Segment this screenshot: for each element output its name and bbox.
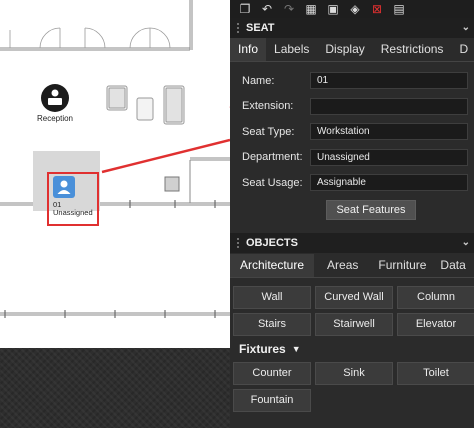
select-frame-icon[interactable]: ▣ — [326, 2, 340, 16]
toilet-button[interactable]: Toilet — [397, 361, 474, 385]
drag-handle-icon[interactable] — [236, 236, 240, 249]
objects-tabs: Architecture Areas Furniture Data — [230, 253, 474, 278]
objects-section-header[interactable]: OBJECTS ⌄ — [230, 232, 474, 253]
extension-field[interactable] — [310, 97, 468, 115]
stairs-button[interactable]: Stairs — [233, 312, 311, 336]
architecture-buttons: Wall Curved Wall Column Stairs Stairwell… — [230, 282, 474, 336]
copy-icon[interactable]: ❐ — [238, 2, 252, 16]
tab-areas[interactable]: Areas — [314, 254, 371, 277]
department-field[interactable]: Unassigned — [310, 148, 468, 166]
chevron-down-icon[interactable]: ⌄ — [462, 22, 470, 33]
seat-features-button[interactable]: Seat Features — [326, 199, 416, 220]
tab-overflow[interactable]: D — [451, 38, 474, 61]
properties-panel: ❐ ↶ ↷ ▦ ▣ ◈ ⊠ ▤ SEAT ⌄ Info Labels Displ… — [230, 0, 474, 428]
elevator-button[interactable]: Elevator — [397, 312, 474, 336]
selected-seat-highlight — [47, 172, 99, 226]
tab-furniture[interactable]: Furniture — [371, 254, 433, 277]
drag-handle-icon[interactable] — [236, 22, 240, 34]
seat-info-form: Name: 01 Extension: Seat Type: Workstati… — [230, 62, 474, 220]
name-label: Name: — [242, 74, 275, 87]
seat-type-label: Seat Type: — [242, 125, 295, 138]
seat-section-header[interactable]: SEAT ⌄ — [230, 18, 474, 38]
wall-button[interactable]: Wall — [233, 285, 311, 309]
extension-label: Extension: — [242, 100, 294, 113]
seat-tabs: Info Labels Display Restrictions D — [230, 38, 474, 62]
sink-button[interactable]: Sink — [315, 361, 393, 385]
reception-desk[interactable]: Reception — [30, 84, 80, 123]
tab-display[interactable]: Display — [317, 38, 372, 61]
field-row-name: Name: 01 — [242, 68, 468, 94]
field-row-extension: Extension: — [242, 94, 468, 120]
toolbar: ❐ ↶ ↷ ▦ ▣ ◈ ⊠ ▤ — [230, 0, 474, 18]
fixtures-group-header[interactable]: Fixtures ▼ — [230, 336, 474, 362]
tab-labels[interactable]: Labels — [266, 38, 317, 61]
seat-usage-field[interactable]: Assignable — [310, 174, 468, 192]
fountain-button[interactable]: Fountain — [233, 388, 311, 412]
hatch-icon[interactable]: ▦ — [304, 2, 318, 16]
counter-button[interactable]: Counter — [233, 361, 311, 385]
seat-section-title: SEAT — [246, 22, 275, 34]
name-field[interactable]: 01 — [310, 72, 468, 90]
undo-icon[interactable]: ↶ — [260, 2, 274, 16]
field-row-seat-usage: Seat Usage: Assignable — [242, 170, 468, 196]
department-label: Department: — [242, 151, 303, 164]
tab-data[interactable]: Data — [433, 254, 472, 277]
field-row-seat-type: Seat Type: Workstation — [242, 119, 468, 145]
objects-section-title: OBJECTS — [246, 236, 298, 249]
layers-icon[interactable]: ◈ — [348, 2, 362, 16]
redo-icon[interactable]: ↷ — [282, 2, 296, 16]
reception-label: Reception — [36, 114, 74, 123]
seat-type-field[interactable]: Workstation — [310, 123, 468, 141]
fixtures-label: Fixtures — [239, 341, 286, 356]
seat-usage-label: Seat Usage: — [242, 176, 303, 189]
fixtures-buttons: Counter Sink Toilet Fountain — [230, 361, 474, 412]
tab-restrictions[interactable]: Restrictions — [373, 38, 452, 61]
reception-icon — [41, 84, 69, 112]
tab-architecture[interactable]: Architecture — [230, 253, 315, 277]
column-button[interactable]: Column — [397, 285, 474, 309]
curved-wall-button[interactable]: Curved Wall — [315, 285, 393, 309]
chevron-down-icon[interactable]: ⌄ — [462, 237, 470, 248]
trash-icon[interactable]: ▤ — [392, 2, 406, 16]
floor-plan-canvas[interactable]: Reception 01 Unassigned — [0, 0, 230, 348]
delete-area-icon[interactable]: ⊠ — [370, 2, 384, 16]
stairwell-button[interactable]: Stairwell — [315, 312, 393, 336]
caret-down-icon[interactable]: ▼ — [292, 344, 301, 354]
field-row-department: Department: Unassigned — [242, 145, 468, 171]
tab-info[interactable]: Info — [230, 38, 267, 61]
